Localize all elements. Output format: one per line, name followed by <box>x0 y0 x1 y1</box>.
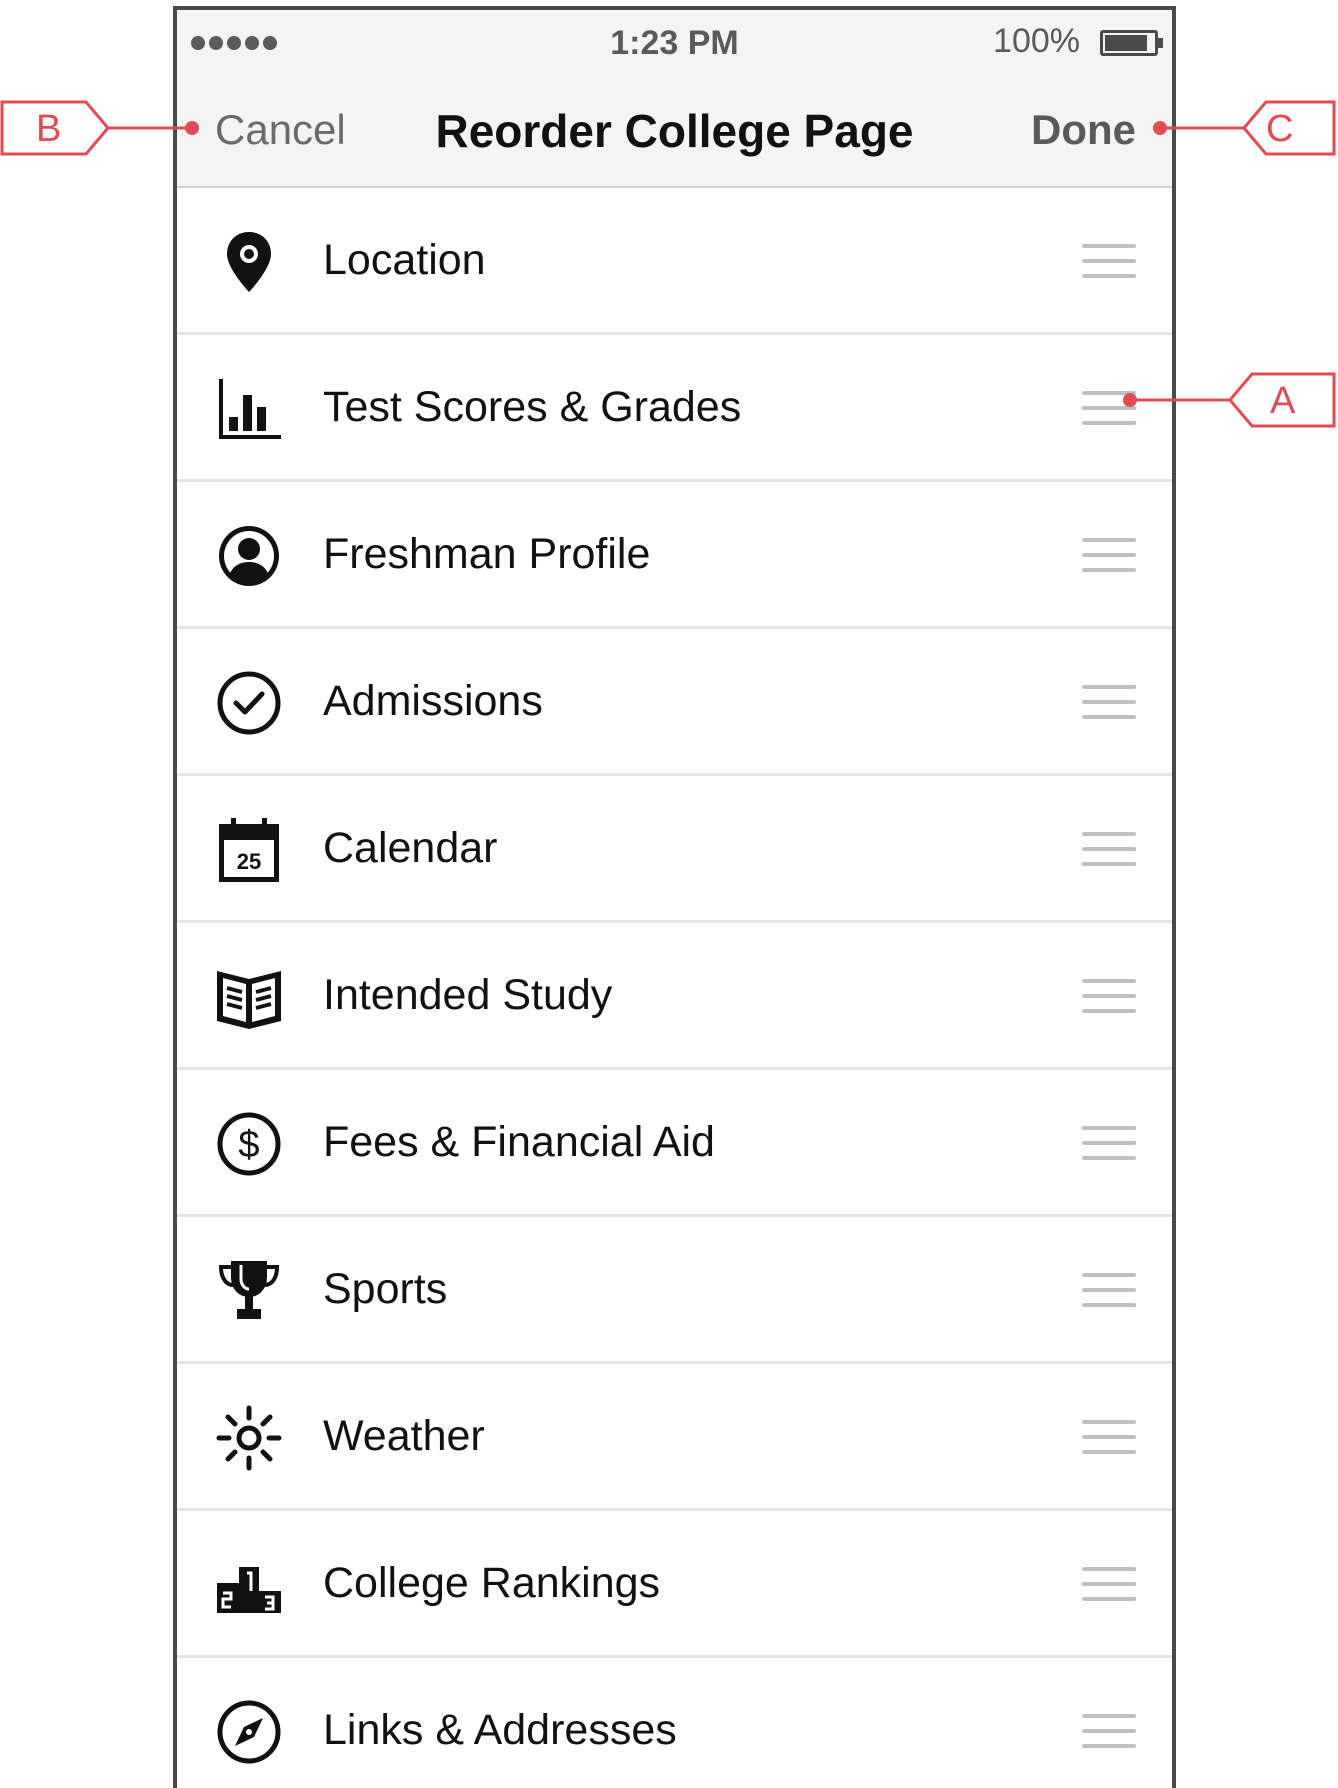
check-circle-icon <box>213 667 285 739</box>
drag-handle-icon[interactable] <box>1082 1126 1136 1160</box>
list-item-label: Fees & Financial Aid <box>323 1118 715 1166</box>
battery-icon <box>1100 30 1163 56</box>
list-item-label: Sports <box>323 1265 448 1313</box>
dollar-sign: $ <box>238 1124 259 1166</box>
list-item-label: Test Scores & Grades <box>323 383 742 431</box>
annotation-b: B <box>0 100 200 165</box>
list-item-location[interactable]: Location <box>177 188 1172 335</box>
list-item-test-scores[interactable]: Test Scores & Grades <box>177 335 1172 482</box>
drag-handle-icon[interactable] <box>1082 1714 1136 1748</box>
annotation-c-tag-icon <box>1153 100 1336 156</box>
list-item-label: Intended Study <box>323 971 613 1019</box>
trophy-icon <box>213 1255 285 1327</box>
list-item-label: Calendar <box>323 824 498 872</box>
book-icon <box>213 961 285 1033</box>
status-bar: 1:23 PM 100% <box>177 10 1172 76</box>
annotation-a-label: A <box>1270 380 1296 422</box>
list-item-links-addresses[interactable]: Links & Addresses <box>177 1658 1172 1788</box>
list-item-fees[interactable]: $ Fees & Financial Aid <box>177 1070 1172 1217</box>
reorder-list: Location Test Scores & Grades Freshman P… <box>177 188 1172 1788</box>
drag-handle-icon[interactable] <box>1082 244 1136 278</box>
list-item-intended-study[interactable]: Intended Study <box>177 923 1172 1070</box>
annotation-b-label: B <box>36 108 62 150</box>
calendar-icon: 25 <box>213 814 285 886</box>
drag-handle-icon[interactable] <box>1082 832 1136 866</box>
sun-icon <box>213 1402 285 1474</box>
annotation-c-label: C <box>1266 108 1294 150</box>
annotation-b-tag-icon <box>0 100 199 156</box>
list-item-label: Admissions <box>323 677 543 725</box>
drag-handle-icon[interactable] <box>1082 979 1136 1013</box>
list-item-weather[interactable]: Weather <box>177 1364 1172 1511</box>
battery-percent: 100% <box>993 22 1080 60</box>
dollar-circle-icon: $ <box>213 1108 285 1180</box>
drag-handle-icon[interactable] <box>1082 538 1136 572</box>
podium-icon <box>213 1549 285 1621</box>
list-item-label: Links & Addresses <box>323 1706 677 1754</box>
annotation-c: C <box>1152 100 1338 165</box>
list-item-sports[interactable]: Sports <box>177 1217 1172 1364</box>
user-circle-icon <box>213 520 285 592</box>
list-item-freshman-profile[interactable]: Freshman Profile <box>177 482 1172 629</box>
list-item-label: College Rankings <box>323 1559 661 1607</box>
drag-handle-icon[interactable] <box>1082 1567 1136 1601</box>
list-item-label: Location <box>323 236 486 284</box>
map-pin-icon <box>213 226 285 298</box>
list-item-label: Weather <box>323 1412 485 1460</box>
annotation-a-tag-icon <box>1123 372 1336 428</box>
list-item-admissions[interactable]: Admissions <box>177 629 1172 776</box>
compass-icon <box>213 1696 285 1768</box>
list-item-college-rankings[interactable]: College Rankings <box>177 1511 1172 1658</box>
drag-handle-icon[interactable] <box>1082 685 1136 719</box>
phone-frame: 1:23 PM 100% Cancel Reorder College Page… <box>173 6 1176 1788</box>
list-item-label: Freshman Profile <box>323 530 651 578</box>
page-title: Reorder College Page <box>435 105 914 157</box>
calendar-icon-number: 25 <box>237 849 261 874</box>
navigation-bar: Cancel Reorder College Page Done <box>177 76 1172 188</box>
drag-handle-icon[interactable] <box>1082 1273 1136 1307</box>
annotation-a: A <box>1122 372 1338 437</box>
drag-handle-icon[interactable] <box>1082 1420 1136 1454</box>
done-button[interactable]: Done <box>1031 106 1136 154</box>
list-item-calendar[interactable]: 25 Calendar <box>177 776 1172 923</box>
bar-chart-icon <box>213 373 285 445</box>
